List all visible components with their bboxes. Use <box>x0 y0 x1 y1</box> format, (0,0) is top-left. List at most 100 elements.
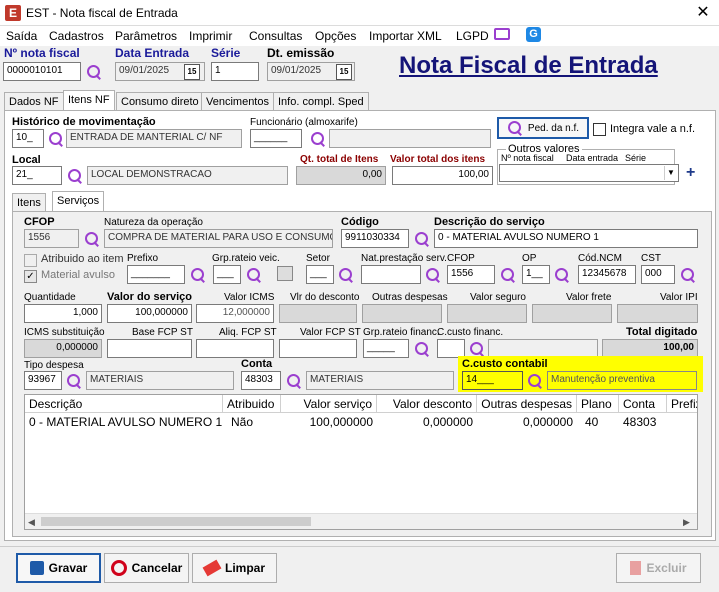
copy-icon[interactable] <box>277 266 293 281</box>
aliq-fcp-input[interactable] <box>196 339 274 358</box>
close-icon[interactable]: ✕ <box>690 1 716 25</box>
prefixo-input[interactable]: _______ <box>127 265 185 284</box>
valor-seguro-input[interactable] <box>447 304 527 323</box>
search-icon[interactable] <box>680 267 696 283</box>
grid-col-conta[interactable]: Conta <box>619 395 667 413</box>
conta-code[interactable]: 48303 <box>241 371 281 390</box>
grid-col-descricao[interactable]: Descrição <box>25 395 223 413</box>
codigo-input[interactable]: 9911030334 <box>341 229 409 248</box>
search-icon[interactable] <box>286 373 302 389</box>
tab-itens-nf[interactable]: Itens NF <box>63 90 115 111</box>
tab-vencimentos[interactable]: Vencimentos <box>201 92 274 111</box>
grid-cell-descricao[interactable]: 0 - MATERIAL AVULSO NUMERO 1 <box>29 415 222 429</box>
grid-col-plano[interactable]: Plano <box>577 395 619 413</box>
search-icon[interactable] <box>86 64 102 80</box>
search-icon[interactable] <box>48 131 64 147</box>
valor-frete-input[interactable] <box>532 304 612 323</box>
cfop2-input[interactable]: 1556 <box>447 265 495 284</box>
funcionario-input[interactable]: ______ <box>250 129 302 148</box>
cancelar-button[interactable]: Cancelar <box>104 553 189 583</box>
menu-saida[interactable]: Saída <box>6 29 37 43</box>
outros-valores-select[interactable] <box>499 164 679 182</box>
monitor-icon[interactable] <box>494 28 510 40</box>
horizontal-scrollbar[interactable]: ◀ ▶ <box>25 513 697 529</box>
search-icon[interactable] <box>425 267 441 283</box>
tab-consumo-direto[interactable]: Consumo direto <box>116 92 204 111</box>
gravar-button[interactable]: Gravar <box>16 553 101 583</box>
grid-cell-valor-servico[interactable]: 100,000000 <box>281 415 373 429</box>
search-icon[interactable] <box>246 267 262 283</box>
search-icon[interactable] <box>67 168 83 184</box>
search-icon[interactable] <box>469 341 485 357</box>
search-icon[interactable] <box>554 267 570 283</box>
search-icon[interactable] <box>338 267 354 283</box>
grid-col-valor-desconto[interactable]: Valor desconto <box>377 395 477 413</box>
vlr-desconto-input[interactable] <box>279 304 357 323</box>
cst-input[interactable]: 000 <box>641 265 675 284</box>
menu-cadastros[interactable]: Cadastros <box>49 29 104 43</box>
grid-cell-valor-desconto[interactable]: 0,000000 <box>377 415 473 429</box>
grp-rateio-input[interactable]: ___ <box>213 265 241 284</box>
grid-col-outras-despesas[interactable]: Outras despesas <box>477 395 577 413</box>
descricao-input[interactable]: 0 - MATERIAL AVULSO NUMERO 1 <box>434 229 698 248</box>
menu-importar-xml[interactable]: Importar XML <box>369 29 442 43</box>
icms-subst-input[interactable]: 0,000000 <box>24 339 102 358</box>
search-icon[interactable] <box>84 231 100 247</box>
tab-dados-nf[interactable]: Dados NF <box>4 92 64 111</box>
search-icon[interactable] <box>310 131 326 147</box>
grp-financ-input[interactable]: _____ <box>363 339 409 358</box>
valor-ipi-input[interactable] <box>617 304 698 323</box>
atribuido-checkbox[interactable] <box>24 254 37 267</box>
menu-opcoes[interactable]: Opções <box>315 29 356 43</box>
base-fcp-input[interactable] <box>107 339 192 358</box>
grid-col-atribuido[interactable]: Atribuido <box>223 395 281 413</box>
integra-checkbox[interactable] <box>593 123 606 136</box>
grid-cell-plano[interactable]: 40 <box>585 415 598 429</box>
grid-cell-atribuido[interactable]: Não <box>231 415 253 429</box>
local-code-input[interactable]: 21_ <box>12 166 62 185</box>
grid-col-valor-servico[interactable]: Valor serviço <box>281 395 377 413</box>
nota-input[interactable]: 0000010101 <box>3 62 81 81</box>
valor-fcp-input[interactable] <box>279 339 357 358</box>
menu-lgpd[interactable]: LGPD <box>456 29 489 43</box>
g-icon[interactable]: G <box>526 27 541 42</box>
grid-cell-conta[interactable]: 48303 <box>623 415 656 429</box>
material-avulso-checkbox[interactable]: ✓ <box>24 270 37 283</box>
ccusto-contabil-code[interactable]: 14___ <box>462 371 523 390</box>
menu-imprimir[interactable]: Imprimir <box>189 29 232 43</box>
grid-col-prefixo[interactable]: Prefixo <box>667 395 697 413</box>
calendar-icon[interactable]: 15 <box>336 64 352 80</box>
cfop-input[interactable]: 1556 <box>24 229 79 248</box>
tab-itens[interactable]: Itens <box>12 193 46 212</box>
valor-icms-input[interactable]: 12,000000 <box>196 304 274 323</box>
excluir-button[interactable]: Excluir <box>616 553 701 583</box>
search-icon[interactable] <box>190 267 206 283</box>
quantidade-input[interactable]: 1,000 <box>24 304 102 323</box>
ped-nf-button[interactable]: Ped. da n.f. <box>497 117 589 139</box>
valor-servico-input[interactable]: 100,000000 <box>107 304 192 323</box>
menu-parametros[interactable]: Parâmetros <box>115 29 177 43</box>
grid-cell-outras-despesas[interactable]: 0,000000 <box>477 415 573 429</box>
search-icon[interactable] <box>66 373 82 389</box>
scroll-thumb[interactable] <box>41 517 311 526</box>
menu-consultas[interactable]: Consultas <box>249 29 302 43</box>
outras-despesas-input[interactable] <box>362 304 442 323</box>
op-input[interactable]: 1__ <box>522 265 550 284</box>
search-icon[interactable] <box>414 341 430 357</box>
scroll-left-icon[interactable]: ◀ <box>28 517 35 528</box>
search-icon[interactable] <box>500 267 516 283</box>
limpar-button[interactable]: Limpar <box>192 553 277 583</box>
tipo-despesa-code[interactable]: 93967 <box>24 371 62 390</box>
search-icon[interactable] <box>527 373 543 389</box>
serie-input[interactable]: 1 <box>211 62 259 81</box>
historico-code-input[interactable]: 10_ <box>12 129 44 148</box>
add-icon[interactable]: + <box>686 164 695 182</box>
chevron-down-icon[interactable]: ▼ <box>664 166 677 180</box>
scroll-right-icon[interactable]: ▶ <box>683 517 690 528</box>
tab-servicos[interactable]: Serviços <box>52 191 105 212</box>
setor-input[interactable]: ___ <box>306 265 334 284</box>
nat-prest-input[interactable] <box>361 265 421 284</box>
cod-ncm-input[interactable]: 12345678 <box>578 265 636 284</box>
search-icon[interactable] <box>414 231 430 247</box>
calendar-icon[interactable]: 15 <box>184 64 200 80</box>
